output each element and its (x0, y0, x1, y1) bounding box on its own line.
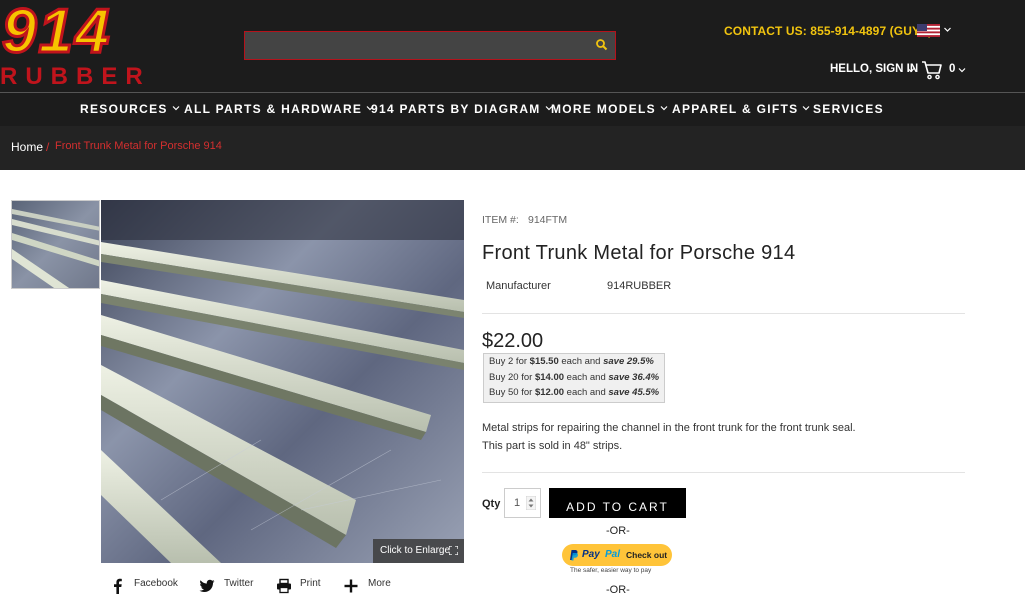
plus-icon[interactable] (343, 578, 359, 594)
discount-prefix: Buy 20 for (489, 371, 535, 383)
nav-item-more-models[interactable]: MORE MODELS (551, 102, 668, 116)
expand-icon (449, 546, 458, 555)
main-nav: RESOURCES ALL PARTS & HARDWARE 914 PARTS… (0, 92, 1025, 126)
share-facebook[interactable]: Facebook (134, 578, 178, 589)
share-print[interactable]: Print (300, 578, 321, 589)
quantity-discount-row: Buy 50 for $12.00 each and save 45.5% (489, 387, 664, 403)
product-description-length: This part is sold in 48" strips. (482, 440, 623, 452)
manufacturer-label: Manufacturer (486, 280, 551, 292)
quantity-discount-table: Buy 2 for $15.50 each and save 29.5% Buy… (483, 353, 665, 403)
discount-save: save 29.5% (603, 356, 654, 367)
breadcrumb: Home / Front Trunk Metal for Porsche 914 (0, 126, 1025, 170)
manufacturer-value: 914RUBBER (607, 280, 672, 292)
discount-mid: each and (564, 387, 609, 398)
paypal-icon (570, 550, 578, 561)
chevron-down-icon (802, 106, 810, 111)
breadcrumb-current: Front Trunk Metal for Porsche 914 (55, 140, 222, 152)
nav-item-label: 914 PARTS BY DIAGRAM (371, 102, 541, 116)
search-bar (244, 31, 616, 60)
qty-label: Qty (482, 498, 501, 510)
site-logo[interactable]: 914 RUBBER (0, 4, 212, 86)
discount-save: save 36.4% (608, 371, 660, 383)
nav-item-all-parts[interactable]: ALL PARTS & HARDWARE (184, 102, 374, 116)
print-icon[interactable] (276, 578, 292, 594)
chevron-down-icon[interactable] (907, 66, 915, 74)
share-more[interactable]: More (368, 578, 391, 589)
click-to-enlarge-button[interactable]: Click to Enlarge (373, 539, 464, 563)
breadcrumb-separator: / (46, 140, 50, 154)
search-input[interactable] (245, 32, 585, 58)
chevron-down-icon[interactable] (958, 66, 966, 74)
breadcrumb-home-link[interactable]: Home (11, 140, 43, 154)
contact-phone-link[interactable]: CONTACT US: 855-914-4897 (GUYS) (724, 24, 932, 38)
discount-save: save 45.5% (608, 387, 660, 398)
search-icon[interactable] (595, 38, 609, 52)
enlarge-label: Click to Enlarge (380, 545, 451, 556)
nav-item-label: SERVICES (813, 102, 884, 116)
discount-price: $14.00 (534, 371, 565, 383)
product-price: $22.00 (482, 330, 544, 352)
discount-price: $12.00 (534, 387, 565, 398)
item-number-label: ITEM #: (482, 214, 519, 226)
divider (482, 472, 965, 473)
discount-prefix: Buy 2 for (489, 356, 530, 367)
paypal-checkout-label: Check out (626, 550, 668, 560)
nav-item-resources[interactable]: RESOURCES (80, 102, 180, 116)
nav-item-parts-by-diagram[interactable]: 914 PARTS BY DIAGRAM (371, 102, 553, 116)
quantity-stepper-icon[interactable] (526, 496, 536, 510)
product-photo (101, 200, 464, 563)
product-main-image[interactable]: Click to Enlarge (101, 200, 464, 563)
paypal-word-pal: Pal (605, 549, 621, 560)
nav-item-label: APPAREL & GIFTS (672, 102, 799, 116)
site-header: 914 RUBBER CONTACT US: 855-914-4897 (GUY… (0, 0, 1025, 92)
facebook-icon[interactable] (110, 578, 126, 594)
logo-number: 914 (2, 4, 111, 66)
chevron-down-icon (660, 106, 668, 111)
product-description: Metal strips for repairing the channel i… (482, 422, 856, 434)
product-thumbnail[interactable] (11, 200, 100, 289)
add-to-cart-button[interactable]: ADD TO CART (549, 488, 686, 518)
quantity-discount-row: Buy 2 for $15.50 each and save 29.5% (489, 356, 664, 372)
divider (482, 313, 965, 314)
share-twitter[interactable]: Twitter (224, 578, 253, 589)
paypal-tagline: The safer, easier way to pay (570, 567, 652, 574)
item-number: 914FTM (528, 214, 568, 226)
paypal-word-pay: Pay (582, 549, 600, 560)
nav-item-label: MORE MODELS (551, 102, 656, 116)
logo-word: RUBBER (0, 63, 151, 86)
cart-icon[interactable] (921, 59, 943, 81)
us-flag-icon[interactable] (917, 24, 940, 37)
nav-item-apparel-gifts[interactable]: APPAREL & GIFTS (672, 102, 810, 116)
sign-in-link[interactable]: HELLO, SIGN IN (830, 63, 918, 75)
nav-item-label: ALL PARTS & HARDWARE (184, 102, 363, 116)
or-separator: -OR- (606, 525, 630, 537)
discount-price: $15.50 (529, 356, 559, 367)
chevron-down-icon (172, 106, 180, 111)
quantity-discount-row: Buy 20 for $14.00 each and save 36.4% (489, 372, 664, 388)
product-title: Front Trunk Metal for Porsche 914 (482, 242, 796, 264)
discount-mid: each and (558, 356, 604, 367)
nav-item-services[interactable]: SERVICES (813, 102, 884, 116)
thumbnail-image (12, 201, 99, 288)
or-separator: -OR- (606, 584, 630, 596)
discount-prefix: Buy 50 for (489, 387, 535, 398)
twitter-icon[interactable] (199, 578, 215, 594)
chevron-down-icon[interactable] (943, 25, 952, 34)
nav-item-label: RESOURCES (80, 102, 168, 116)
discount-mid: each and (564, 371, 609, 383)
cart-count[interactable]: 0 (949, 63, 955, 75)
paypal-checkout-button[interactable]: Pay Pal Check out (562, 544, 672, 566)
